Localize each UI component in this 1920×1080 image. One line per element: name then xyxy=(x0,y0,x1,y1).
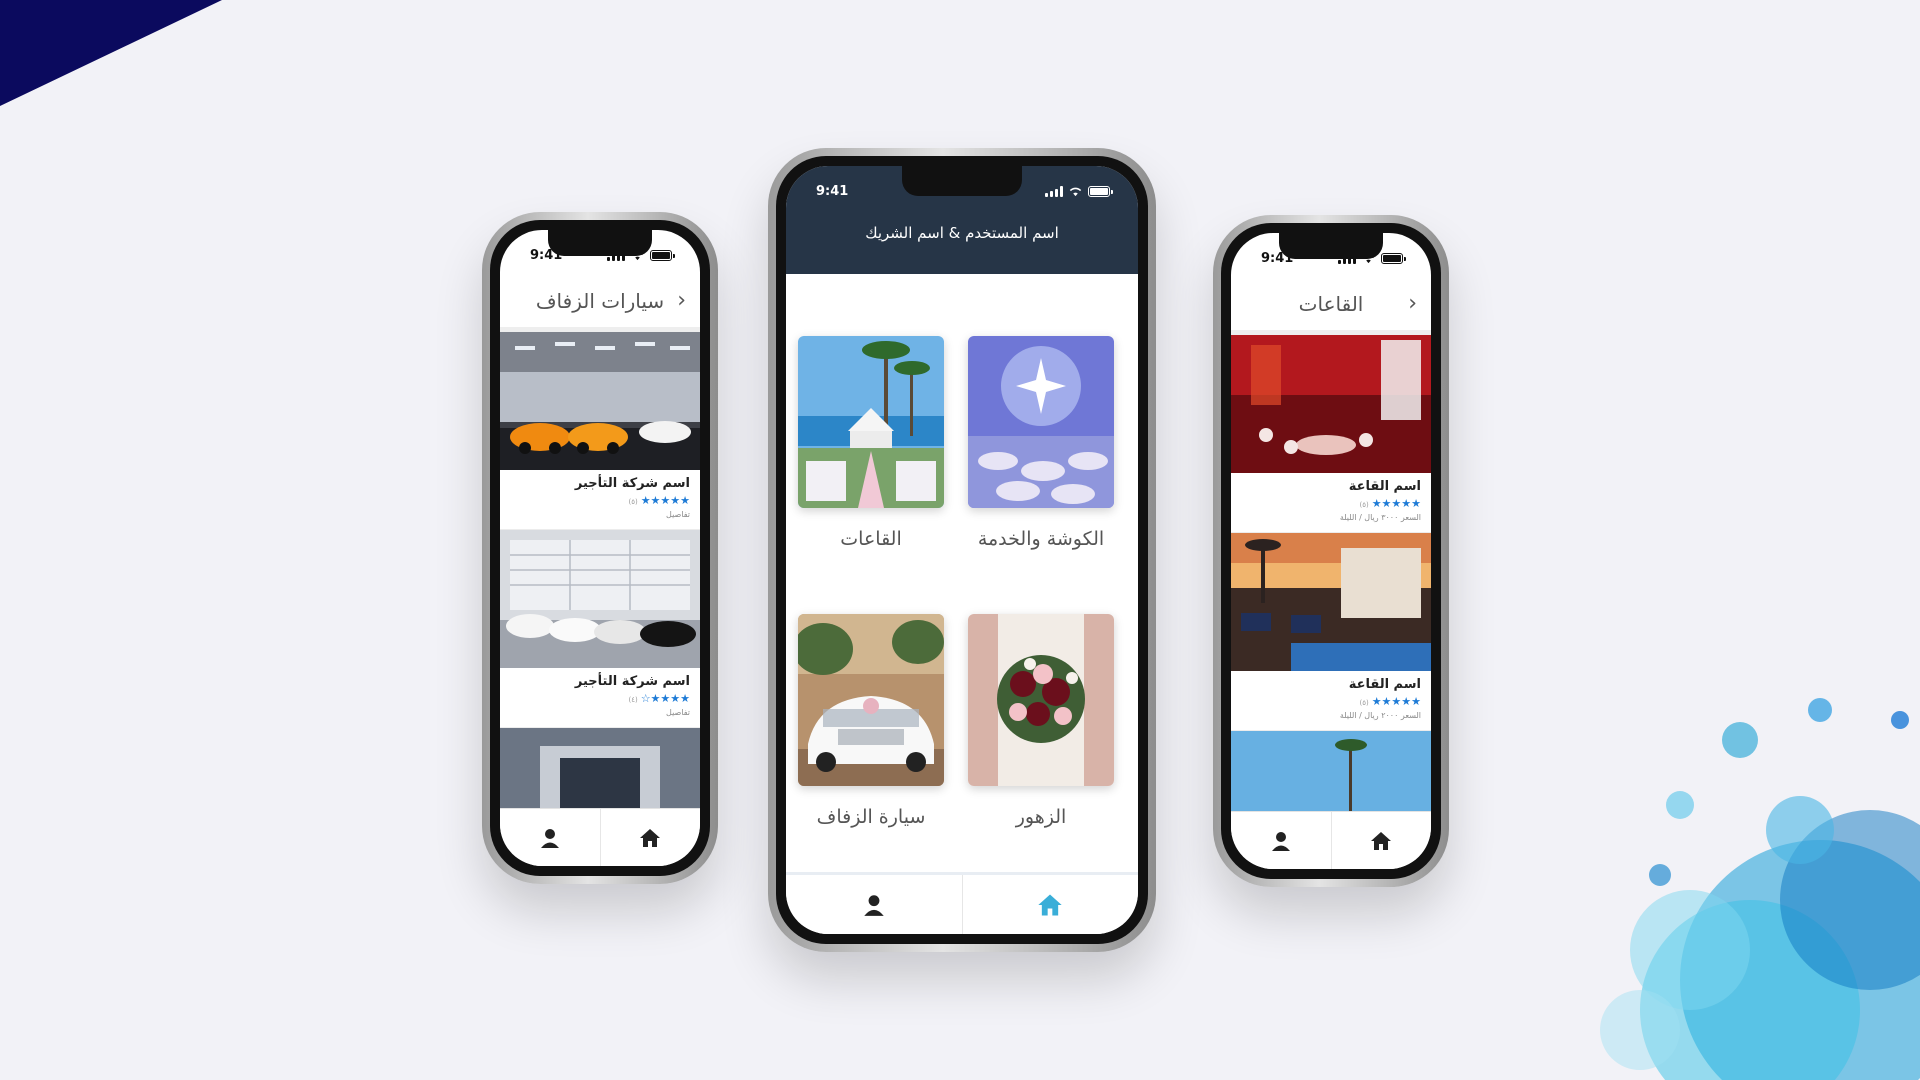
beach-hall-photo xyxy=(1231,731,1431,811)
details-link[interactable]: تفاصيل xyxy=(510,510,690,519)
list-item[interactable] xyxy=(1231,731,1431,811)
tab-profile[interactable] xyxy=(500,809,600,866)
tab-profile[interactable] xyxy=(1231,812,1331,869)
signal-icon xyxy=(1045,185,1063,197)
flowers-photo xyxy=(968,614,1114,786)
home-icon xyxy=(1371,831,1392,850)
red-hall-photo xyxy=(1231,335,1431,473)
halls-list: اسم القاعة ★★★★★(٥) السعر ٣٠٠٠ ريال / ال… xyxy=(1231,335,1431,811)
hall-price: السعر ٢٠٠٠ ريال / الليلة xyxy=(1339,711,1421,720)
watercolor-splash xyxy=(1600,698,1920,1080)
hall-name: اسم القاعة xyxy=(1348,479,1421,494)
car-photo xyxy=(798,614,944,786)
page-header: سيارات الزفاف › xyxy=(500,274,700,332)
notch xyxy=(902,166,1022,196)
category-label: سيارة الزفاف xyxy=(816,806,926,828)
wifi-icon xyxy=(1069,187,1082,196)
left-phone: 9:41 سيارات الزفاف › اسم شركة التأجير ★★… xyxy=(482,212,718,884)
page-header: القاعات › xyxy=(1231,277,1431,335)
tab-home[interactable] xyxy=(961,875,1139,934)
details-link[interactable]: تفاصيل xyxy=(510,708,690,717)
battery-icon xyxy=(1088,185,1113,197)
notch xyxy=(1279,233,1383,259)
notch xyxy=(548,230,652,256)
category-label: القاعات xyxy=(840,528,902,550)
list-item[interactable]: اسم شركة التأجير ★★★★☆(٤) تفاصيل xyxy=(500,530,700,728)
user-icon xyxy=(864,894,884,916)
rental-company-name: اسم شركة التأجير xyxy=(574,476,690,491)
hall-name: اسم القاعة xyxy=(1348,677,1421,692)
category-decor-service[interactable]: الكوشة والخدمة xyxy=(968,336,1114,584)
list-item[interactable]: اسم القاعة ★★★★★(٥) السعر ٢٠٠٠ ريال / ال… xyxy=(1231,533,1431,731)
list-item[interactable]: اسم شركة التأجير ★★★★★(٥) تفاصيل xyxy=(500,332,700,530)
tab-bar xyxy=(500,808,700,866)
chevron-right-icon[interactable]: › xyxy=(1408,291,1417,316)
tab-profile[interactable] xyxy=(786,875,962,934)
tab-bar xyxy=(1231,811,1431,869)
halls-screen: 9:41 القاعات › اسم القاعة ★★★★★(٥) السعر… xyxy=(1231,233,1431,869)
tab-bar xyxy=(786,872,1138,934)
rental-company-name: اسم شركة التأجير xyxy=(574,674,690,689)
rating-stars: ★★★★★(٥) xyxy=(1359,497,1421,510)
list-item[interactable]: اسم القاعة ★★★★★(٥) السعر ٣٠٠٠ ريال / ال… xyxy=(1231,335,1431,533)
right-phone: 9:41 القاعات › اسم القاعة ★★★★★(٥) السعر… xyxy=(1213,215,1449,887)
tab-home[interactable] xyxy=(1330,812,1432,869)
hall-price: السعر ٣٠٠٠ ريال / الليلة xyxy=(1339,513,1421,522)
status-time: 9:41 xyxy=(816,183,849,199)
car-dealership-photo xyxy=(500,728,700,808)
car-garage-photo xyxy=(500,530,700,668)
category-grid: الكوشة والخدمة القاعات الزهور سيارة الزف… xyxy=(786,274,1138,872)
wedding-cars-screen: 9:41 سيارات الزفاف › اسم شركة التأجير ★★… xyxy=(500,230,700,866)
couple-names-title: اسم المستخدم & اسم الشريك xyxy=(865,224,1059,242)
user-icon xyxy=(540,828,559,848)
venue-photo xyxy=(798,336,944,508)
rating-stars: ★★★★☆(٤) xyxy=(628,692,690,705)
page-title: القاعات xyxy=(1298,291,1364,316)
category-halls[interactable]: القاعات xyxy=(798,336,944,584)
category-label: الزهور xyxy=(1015,806,1067,828)
battery-icon xyxy=(1381,252,1406,264)
battery-icon xyxy=(650,249,675,261)
user-icon xyxy=(1271,831,1290,851)
category-flowers[interactable]: الزهور xyxy=(968,614,1114,862)
corner-decoration xyxy=(0,0,222,106)
tab-home[interactable] xyxy=(599,809,701,866)
decor-photo xyxy=(968,336,1114,508)
home-icon xyxy=(1038,894,1062,915)
page-title: سيارات الزفاف xyxy=(535,288,665,313)
rental-list: اسم شركة التأجير ★★★★★(٥) تفاصيل اسم شرك… xyxy=(500,332,700,808)
center-phone: 9:41 اسم المستخدم & اسم الشريك الكوشة وا… xyxy=(768,148,1156,952)
home-screen: 9:41 اسم المستخدم & اسم الشريك الكوشة وا… xyxy=(786,166,1138,934)
rating-stars: ★★★★★(٥) xyxy=(628,494,690,507)
category-wedding-car[interactable]: سيارة الزفاف xyxy=(798,614,944,862)
home-icon xyxy=(640,828,661,847)
rating-stars: ★★★★★(٥) xyxy=(1359,695,1421,708)
chevron-right-icon[interactable]: › xyxy=(677,288,686,313)
car-showroom-photo xyxy=(500,332,700,470)
category-label: الكوشة والخدمة xyxy=(977,528,1105,550)
pool-hall-photo xyxy=(1231,533,1431,671)
list-item[interactable] xyxy=(500,728,700,808)
